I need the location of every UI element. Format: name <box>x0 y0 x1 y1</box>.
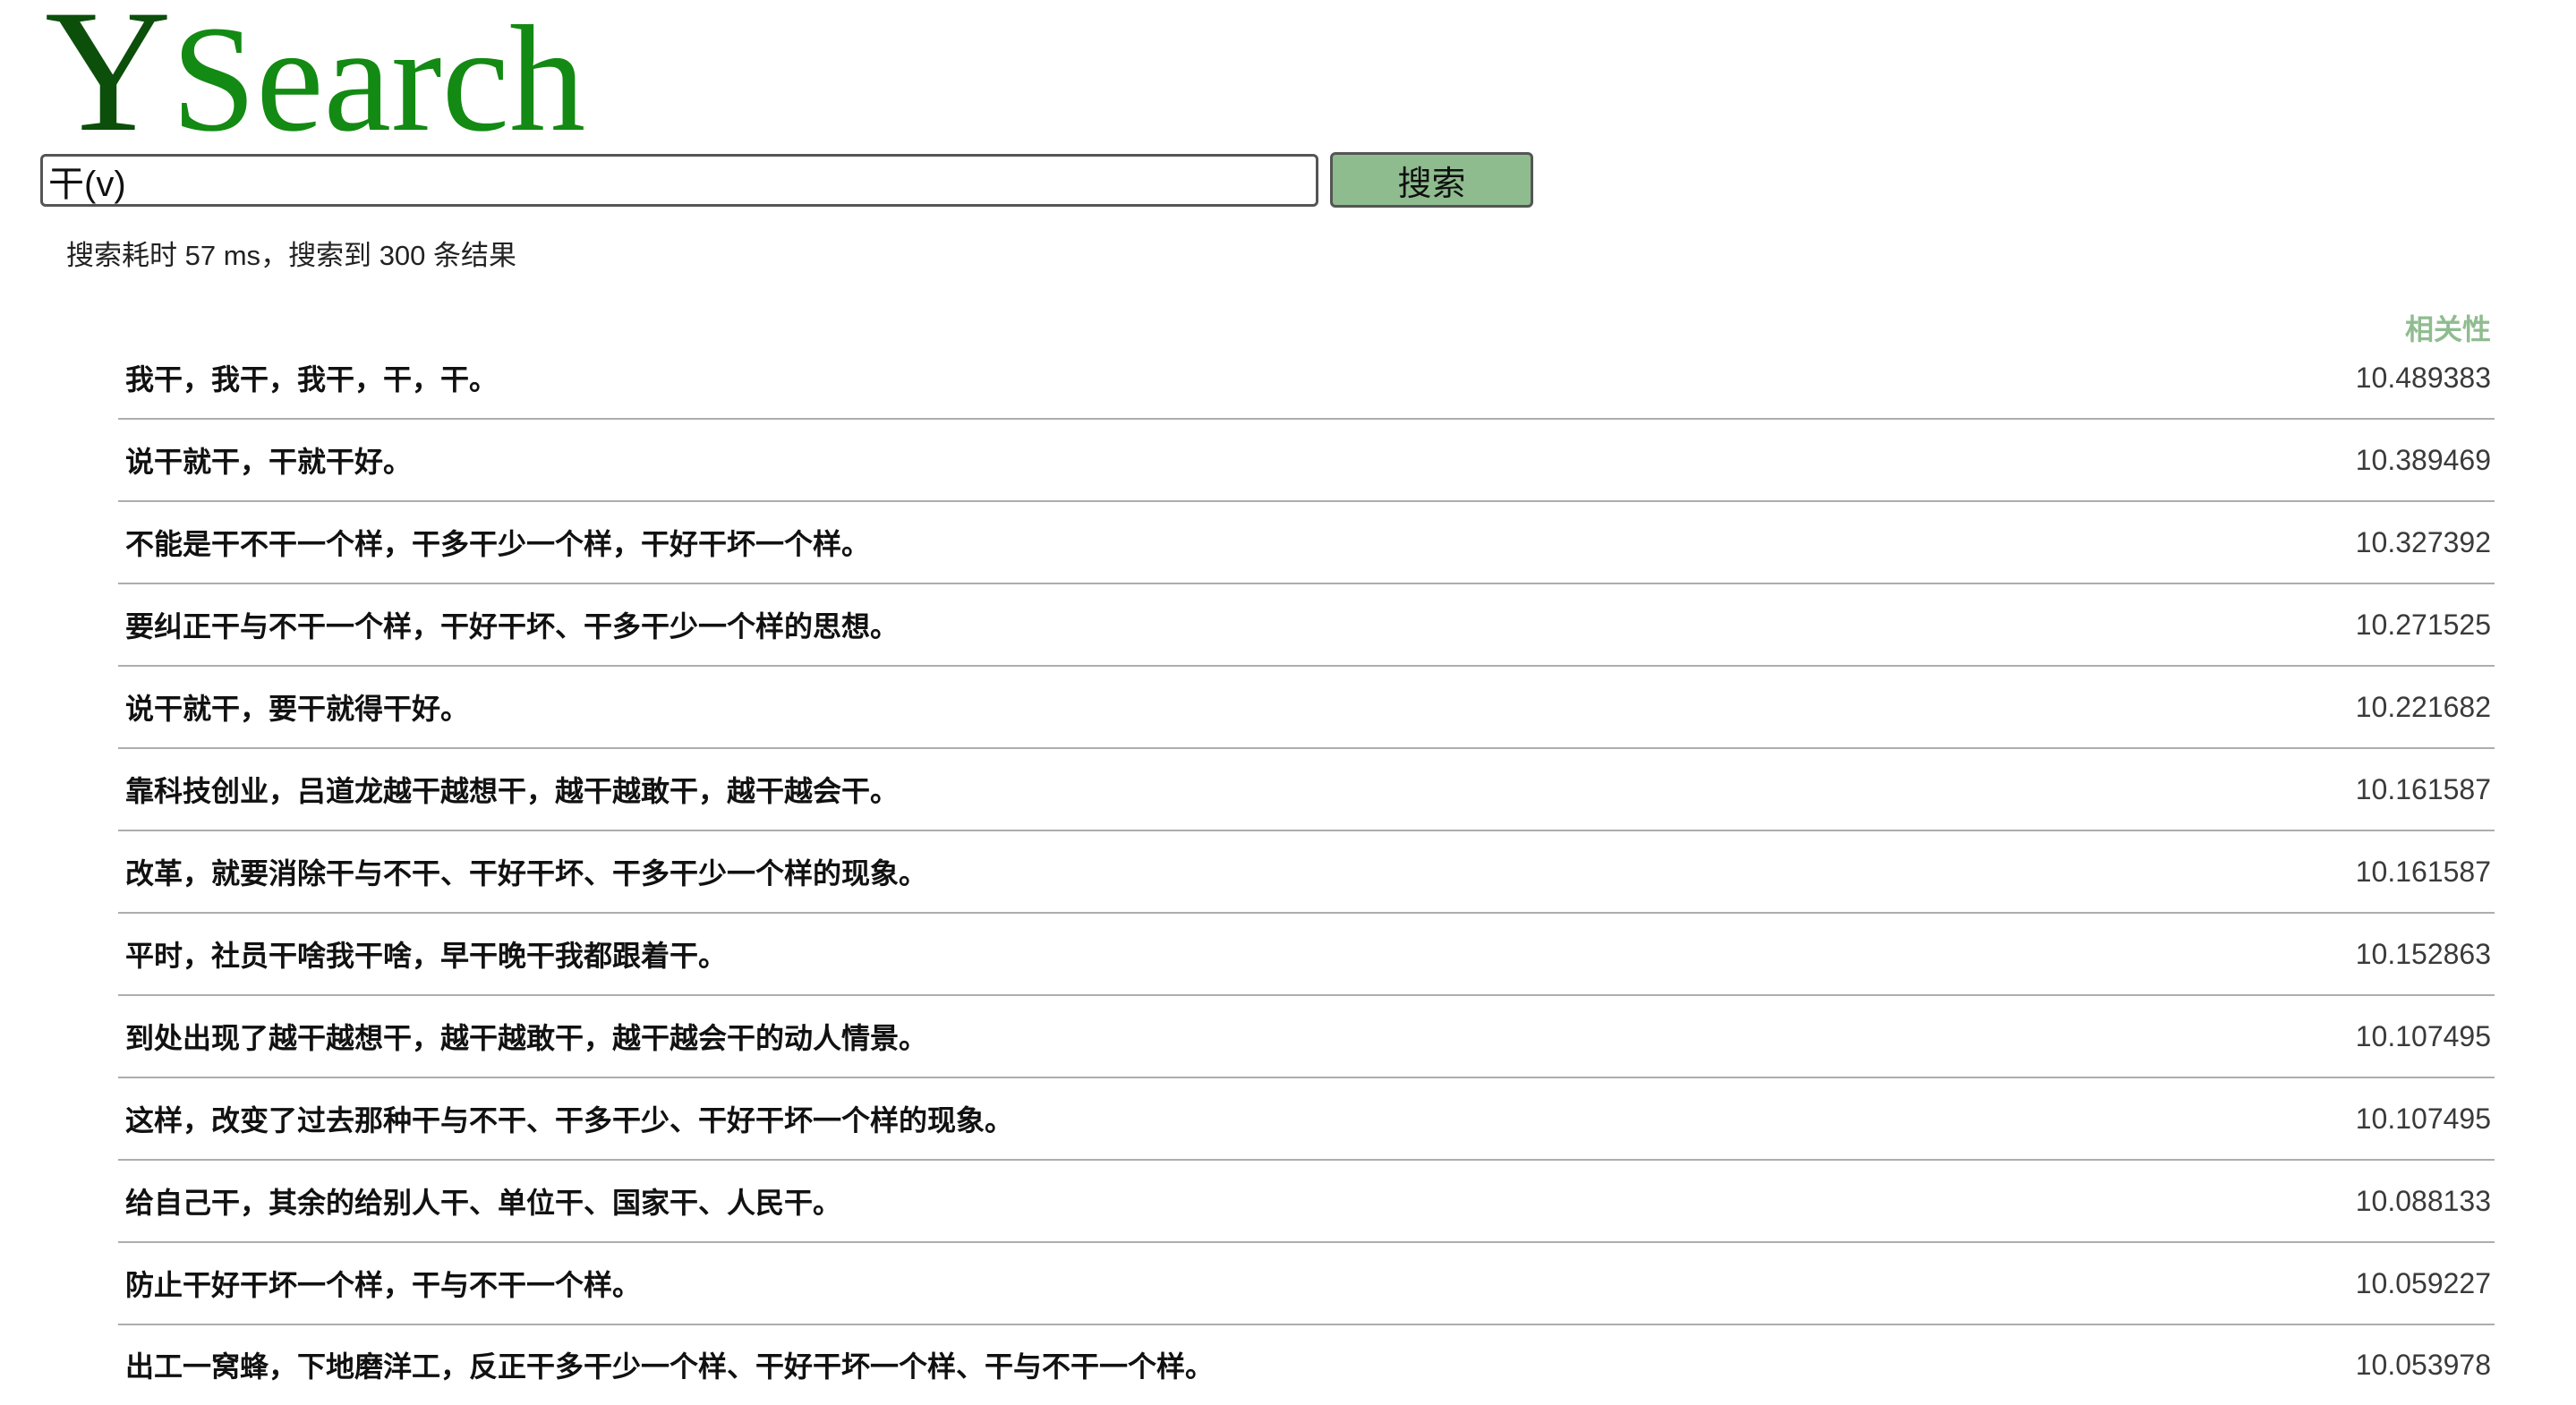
result-text: 给自己干，其余的给别人干、单位干、国家干、人民干。 <box>125 1187 842 1219</box>
result-score: 10.161587 <box>2355 772 2491 805</box>
logo-letter-y: Y <box>45 0 172 168</box>
stats-time-label: 搜索耗时 <box>66 240 177 271</box>
result-score: 10.489383 <box>2355 361 2491 394</box>
stats-count-unit: 条结果 <box>433 240 517 271</box>
search-button[interactable]: 搜索 <box>1330 152 1533 208</box>
result-score: 10.161587 <box>2355 855 2491 888</box>
result-text: 这样，改变了过去那种干与不干、干多干少、干好干坏一个样的现象。 <box>125 1104 1014 1137</box>
result-row[interactable]: 不能是干不干一个样，干多干少一个样，干好干坏一个样。 10.327392 <box>118 502 2495 584</box>
result-text: 出工一窝蜂，下地磨洋工，反正干多干少一个样、干好干坏一个样、干与不干一个样。 <box>125 1350 1215 1383</box>
result-row[interactable]: 说干就干，要干就得干好。 10.221682 <box>118 667 2495 749</box>
search-input[interactable] <box>40 154 1318 207</box>
result-row[interactable]: 靠科技创业，吕道龙越干越想干，越干越敢干，越干越会干。 10.161587 <box>118 749 2495 831</box>
result-text: 不能是干不干一个样，干多干少一个样，干好干坏一个样。 <box>125 528 871 560</box>
result-text: 要纠正干与不干一个样，干好干坏、干多干少一个样的思想。 <box>125 610 900 643</box>
result-score: 10.053978 <box>2355 1348 2491 1381</box>
result-text: 平时，社员干啥我干啥，早干晚干我都跟着干。 <box>125 940 728 972</box>
stats-time-value: 57 <box>184 240 217 271</box>
result-text: 靠科技创业，吕道龙越干越想干，越干越敢干，越干越会干。 <box>125 775 900 807</box>
result-text: 改革，就要消除干与不干、干好干坏、干多干少一个样的现象。 <box>125 857 928 890</box>
result-text: 到处出现了越干越想干，越干越敢干，越干越会干的动人情景。 <box>125 1022 928 1054</box>
result-score: 10.271525 <box>2355 608 2491 641</box>
result-row[interactable]: 我干，我干，我干，干，干。 10.489383 <box>118 337 2495 420</box>
result-score: 10.389469 <box>2355 443 2491 476</box>
result-row[interactable]: 说干就干，干就干好。 10.389469 <box>118 420 2495 502</box>
result-text: 说干就干，要干就得干好。 <box>125 693 470 725</box>
logo-text-search: Search <box>171 0 586 163</box>
result-score: 10.059227 <box>2355 1266 2491 1299</box>
result-score: 10.327392 <box>2355 525 2491 558</box>
result-row[interactable]: 改革，就要消除干与不干、干好干坏、干多干少一个样的现象。 10.161587 <box>118 831 2495 914</box>
result-text: 说干就干，干就干好。 <box>125 446 413 478</box>
result-row[interactable]: 防止干好干坏一个样，干与不干一个样。 10.059227 <box>118 1243 2495 1325</box>
result-score: 10.107495 <box>2355 1102 2491 1135</box>
logo[interactable]: YSearch <box>45 0 585 159</box>
result-row[interactable]: 给自己干，其余的给别人干、单位干、国家干、人民干。 10.088133 <box>118 1161 2495 1243</box>
result-row[interactable]: 平时，社员干啥我干啥，早干晚干我都跟着干。 10.152863 <box>118 914 2495 996</box>
result-score: 10.088133 <box>2355 1184 2491 1217</box>
result-row[interactable]: 这样，改变了过去那种干与不干、干多干少、干好干坏一个样的现象。 10.107495 <box>118 1078 2495 1161</box>
result-score: 10.152863 <box>2355 937 2491 970</box>
result-row[interactable]: 到处出现了越干越想干，越干越敢干，越干越会干的动人情景。 10.107495 <box>118 996 2495 1078</box>
result-text: 我干，我干，我干，干，干。 <box>125 363 499 396</box>
stats-separator: ， <box>260 240 289 271</box>
result-score: 10.107495 <box>2355 1019 2491 1052</box>
result-row[interactable]: 出工一窝蜂，下地磨洋工，反正干多干少一个样、干好干坏一个样、干与不干一个样。 10… <box>118 1325 2495 1404</box>
search-stats: 搜索耗时 57 ms，搜索到 300 条结果 <box>66 240 516 272</box>
stats-count-label: 搜索到 <box>288 240 372 271</box>
results-list: 我干，我干，我干，干，干。 10.489383 说干就干，干就干好。 10.38946… <box>118 337 2495 1404</box>
result-score: 10.221682 <box>2355 690 2491 723</box>
result-row[interactable]: 要纠正干与不干一个样，干好干坏、干多干少一个样的思想。 10.271525 <box>118 584 2495 667</box>
stats-count-value: 300 <box>379 240 426 271</box>
result-text: 防止干好干坏一个样，干与不干一个样。 <box>125 1269 642 1301</box>
stats-time-unit: ms <box>223 240 261 271</box>
